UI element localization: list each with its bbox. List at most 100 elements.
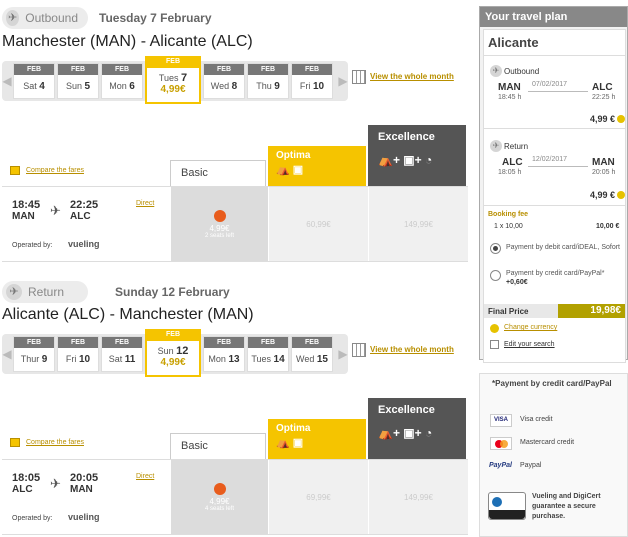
plan-rt-arr: 20:05 h (592, 169, 616, 176)
tab-excellence[interactable]: Excellence ⛺+ ▣+ ◔ (368, 125, 466, 186)
date-cell[interactable]: FEB Thur 9 (13, 336, 55, 372)
final-price-label: Final Price (488, 307, 529, 316)
tab-optima[interactable]: Optima ⛺ ▣ (268, 419, 366, 459)
mastercard-label: Mastercard credit (520, 439, 575, 446)
edit-icon (490, 340, 499, 349)
next-dates-arrow[interactable]: ▶ (338, 61, 348, 101)
visa-label: Visa credit (520, 416, 553, 423)
optima-price-cell[interactable]: 69,99€ (268, 460, 368, 534)
optima-icons: ⛺ ▣ (276, 437, 304, 449)
date-cell-selected[interactable]: FEB Sun 12 4,99€ (145, 329, 201, 377)
date-month: FEB (58, 337, 98, 348)
arr-airport: MAN (70, 484, 93, 495)
date-month: FEB (58, 64, 98, 75)
tab-basic[interactable]: Basic (170, 160, 266, 186)
arr-airport: ALC (70, 211, 91, 222)
date-month: FEB (147, 329, 199, 341)
compare-fares-link[interactable]: Compare the fares (26, 167, 84, 174)
final-price-value: 19,98€ (558, 304, 625, 318)
tab-optima[interactable]: Optima ⛺ ▣ (268, 146, 366, 186)
date-cell[interactable]: FEB Wed 15 (291, 336, 333, 372)
low-price-icon (213, 482, 226, 495)
plane-icon: ✈ (490, 140, 502, 152)
date-month: FEB (14, 337, 54, 348)
date-day: Sun 12 (157, 345, 189, 357)
date-month: FEB (14, 64, 54, 75)
direct-link[interactable]: Direct (136, 473, 154, 480)
info-icon[interactable] (617, 191, 625, 199)
operated-by-label: Operated by: (12, 242, 53, 249)
view-whole-month-link[interactable]: View the whole month (370, 72, 454, 81)
outbound-label: ✈ Outbound (2, 7, 88, 29)
compare-fares-link[interactable]: Compare the fares (26, 439, 84, 446)
visa-icon: VISA (490, 414, 512, 427)
excellence-price: 149,99€ (404, 219, 433, 229)
credit-radio[interactable] (490, 270, 501, 281)
plan-rt-to: MAN (592, 157, 615, 168)
booking-fee-label: Booking fee (488, 211, 529, 218)
outbound-flight-row: 18:45 MAN ✈ 22:25 ALC Direct Operated by… (2, 186, 468, 262)
date-month: FEB (204, 337, 244, 348)
date-cell[interactable]: FEB Fri 10 (57, 336, 99, 372)
calendar-icon[interactable] (352, 343, 366, 357)
plan-rt-from: ALC (502, 157, 523, 168)
prev-dates-arrow[interactable]: ◀ (2, 61, 12, 101)
date-cell[interactable]: FEB Fri 10 (291, 63, 333, 99)
seats-left: 4 seats left (204, 505, 234, 512)
edit-search-link[interactable]: Edit your search (504, 341, 555, 348)
outbound-date-heading: Tuesday 7 February (99, 11, 212, 25)
date-cell[interactable]: FEB Sat 11 (101, 336, 143, 372)
pay-credit-label: Payment by credit card/PayPal* (506, 270, 605, 277)
direct-link[interactable]: Direct (136, 200, 154, 207)
dep-airport: ALC (12, 484, 33, 495)
pay-credit-extra: +0,60€ (506, 279, 528, 286)
date-cell[interactable]: FEB Wed 8 (203, 63, 245, 99)
prev-dates-arrow[interactable]: ◀ (2, 334, 12, 374)
plan-ob-arr: 22:25 h (592, 94, 616, 101)
date-month: FEB (102, 64, 142, 75)
digicert-seal (488, 492, 526, 520)
low-price-icon (213, 209, 226, 222)
date-month: FEB (102, 337, 142, 348)
view-whole-month-link[interactable]: View the whole month (370, 345, 454, 354)
travel-plan-panel: Your travel plan Alicante ✈ Outbound MAN … (479, 6, 628, 363)
destination: Alicante (488, 35, 539, 50)
excellence-price: 149,99€ (404, 492, 433, 502)
optima-price: 69,99€ (306, 492, 331, 502)
calendar-icon[interactable] (352, 70, 366, 84)
date-cell[interactable]: FEB Sat 4 (13, 63, 55, 99)
plan-rt-dep: 18:05 h (498, 169, 522, 176)
date-day: Wed 8 (210, 81, 238, 92)
info-icon[interactable] (617, 115, 625, 123)
tab-basic[interactable]: Basic (170, 433, 266, 459)
next-dates-arrow[interactable]: ▶ (338, 334, 348, 374)
excellence-price-cell[interactable]: 149,99€ (368, 460, 468, 534)
change-currency-link[interactable]: Change currency (504, 324, 557, 331)
excellence-icons: ⛺+ ▣+ ◔ (378, 426, 433, 440)
date-month: FEB (292, 64, 332, 75)
plane-icon: ✈ (6, 10, 20, 26)
plan-ob-dep: 18:45 h (498, 94, 522, 101)
tab-excellence[interactable]: Excellence ⛺+ ▣+ ◔ (368, 398, 466, 459)
optima-price-cell[interactable]: 60,99€ (268, 187, 368, 261)
basic-price-cell[interactable]: 4,99€ 2 seats left (170, 187, 268, 261)
date-cell[interactable]: FEB Sun 5 (57, 63, 99, 99)
basic-price-cell[interactable]: 4,99€ 4 seats left (170, 460, 268, 534)
excellence-price-cell[interactable]: 149,99€ (368, 187, 468, 261)
seats-left: 2 seats left (204, 232, 234, 239)
debit-radio[interactable] (490, 243, 501, 254)
date-cell[interactable]: FEB Thu 9 (247, 63, 289, 99)
date-day: Tues 7 (158, 72, 188, 84)
date-cell[interactable]: FEB Tues 14 (247, 336, 289, 372)
return-route: Alicante (ALC) - Manchester (MAN) (2, 306, 254, 323)
date-day: Wed 15 (296, 354, 328, 365)
date-day: Mon 13 (208, 354, 240, 365)
date-cell[interactable]: FEB Mon 6 (101, 63, 143, 99)
date-cell[interactable]: FEB Mon 13 (203, 336, 245, 372)
optima-icons: ⛺ ▣ (276, 164, 304, 176)
currency-icon (490, 324, 499, 333)
plane-icon: ✈ (50, 203, 61, 218)
excellence-icons: ⛺+ ▣+ ◔ (378, 153, 433, 167)
outbound-route: Manchester (MAN) - Alicante (ALC) (2, 33, 253, 50)
date-cell-selected[interactable]: FEB Tues 7 4,99€ (145, 56, 201, 104)
